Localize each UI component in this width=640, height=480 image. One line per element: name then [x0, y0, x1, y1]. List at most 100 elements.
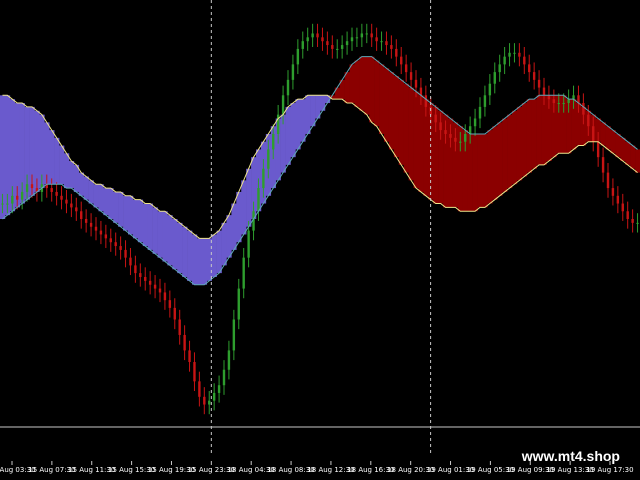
candle-body — [114, 242, 117, 247]
candle — [395, 39, 398, 67]
ma-cloud-segment — [502, 118, 508, 192]
ma-cloud-segment — [630, 145, 636, 169]
candle — [473, 108, 477, 136]
candle-body — [409, 72, 413, 80]
candle-body — [286, 79, 290, 96]
candle-body — [518, 52, 521, 57]
candle — [75, 197, 78, 221]
candle-body — [80, 211, 83, 219]
candle — [513, 43, 516, 63]
candle-body — [395, 48, 398, 57]
candle-body — [562, 103, 565, 105]
candle-body — [464, 133, 467, 142]
candle-body — [291, 64, 295, 80]
ma-cloud-segment — [605, 126, 611, 150]
ma-cloud-segment — [384, 68, 390, 142]
candle-body — [340, 45, 344, 49]
candle-body — [390, 45, 393, 49]
candle-body — [365, 33, 368, 35]
candle-body — [242, 257, 245, 289]
candle-body — [375, 37, 378, 42]
candle — [375, 27, 378, 51]
ma-cloud-segment — [108, 188, 114, 219]
ma-cloud-segment — [388, 72, 395, 150]
candle-body — [16, 195, 19, 200]
candle — [316, 23, 319, 47]
ma-cloud-segment — [512, 110, 518, 185]
candle-body — [20, 191, 24, 200]
candle-body — [601, 157, 605, 173]
ma-cloud-segment — [132, 199, 139, 239]
ma-cloud-segment — [620, 137, 626, 162]
ma-cloud-segment — [418, 95, 424, 192]
candle — [114, 232, 117, 256]
ma-cloud-segment — [64, 153, 70, 189]
candle-body — [281, 95, 285, 115]
candle-body — [173, 307, 176, 320]
candle-body — [212, 392, 216, 401]
ma-cloud-segment — [344, 72, 350, 104]
candle-body — [336, 48, 339, 50]
ma-cloud-segment — [78, 172, 84, 196]
candle — [80, 201, 83, 229]
ma-cloud-segment — [59, 145, 65, 185]
candle — [498, 54, 501, 82]
candle — [119, 236, 122, 260]
candle-body — [188, 350, 191, 363]
candle — [380, 31, 383, 51]
candle — [503, 46, 506, 75]
candle-body — [311, 33, 314, 38]
candle-body — [355, 37, 359, 39]
ma-cloud-segment — [492, 126, 498, 200]
candle — [232, 309, 236, 361]
candle — [198, 371, 201, 407]
candle-body — [104, 234, 108, 239]
candle-body — [537, 79, 541, 88]
candle-body — [473, 118, 477, 127]
candle-body — [30, 184, 34, 189]
candle-body — [596, 141, 600, 158]
candle — [601, 147, 605, 183]
candle-body — [404, 64, 408, 73]
candle-body — [134, 265, 137, 274]
ma-cloud-segment — [521, 103, 528, 177]
candle — [237, 278, 240, 330]
ma-cloud-segment — [408, 87, 414, 181]
candle — [158, 278, 162, 303]
ma-cloud-segment — [246, 168, 252, 227]
candle — [621, 193, 624, 221]
ma-cloud-segment — [167, 215, 173, 266]
ma-cloud-segment — [226, 215, 232, 258]
candle — [350, 27, 354, 51]
ma-cloud-segment — [182, 226, 188, 277]
candle-body — [257, 188, 260, 212]
candle — [483, 85, 487, 117]
candle-body — [631, 219, 634, 223]
candle-body — [316, 33, 319, 38]
ma-cloud-segment — [359, 56, 365, 111]
ma-cloud-segment — [615, 133, 621, 158]
candle-body — [94, 226, 98, 231]
candle — [390, 35, 393, 59]
ma-cloud-segment — [103, 188, 109, 216]
candle — [227, 340, 231, 380]
candle-body — [636, 222, 639, 224]
candle — [528, 54, 531, 82]
candle-body — [606, 172, 610, 189]
ma-cloud-segment — [83, 176, 89, 200]
ma-cloud-segment — [531, 99, 537, 169]
candle-body — [124, 249, 127, 258]
candle-body — [449, 133, 452, 138]
ma-cloud-segment — [467, 133, 473, 212]
ma-cloud-segment — [482, 133, 488, 208]
ma-cloud-segment — [172, 219, 178, 270]
ma-cloud-segment — [123, 195, 129, 231]
candle-body — [1, 203, 4, 205]
candle — [242, 247, 245, 299]
candle-body — [222, 369, 226, 386]
candle — [144, 267, 147, 291]
ma-cloud-segment — [231, 203, 237, 250]
candle — [70, 193, 73, 218]
candle — [331, 35, 334, 59]
candle — [203, 387, 206, 415]
